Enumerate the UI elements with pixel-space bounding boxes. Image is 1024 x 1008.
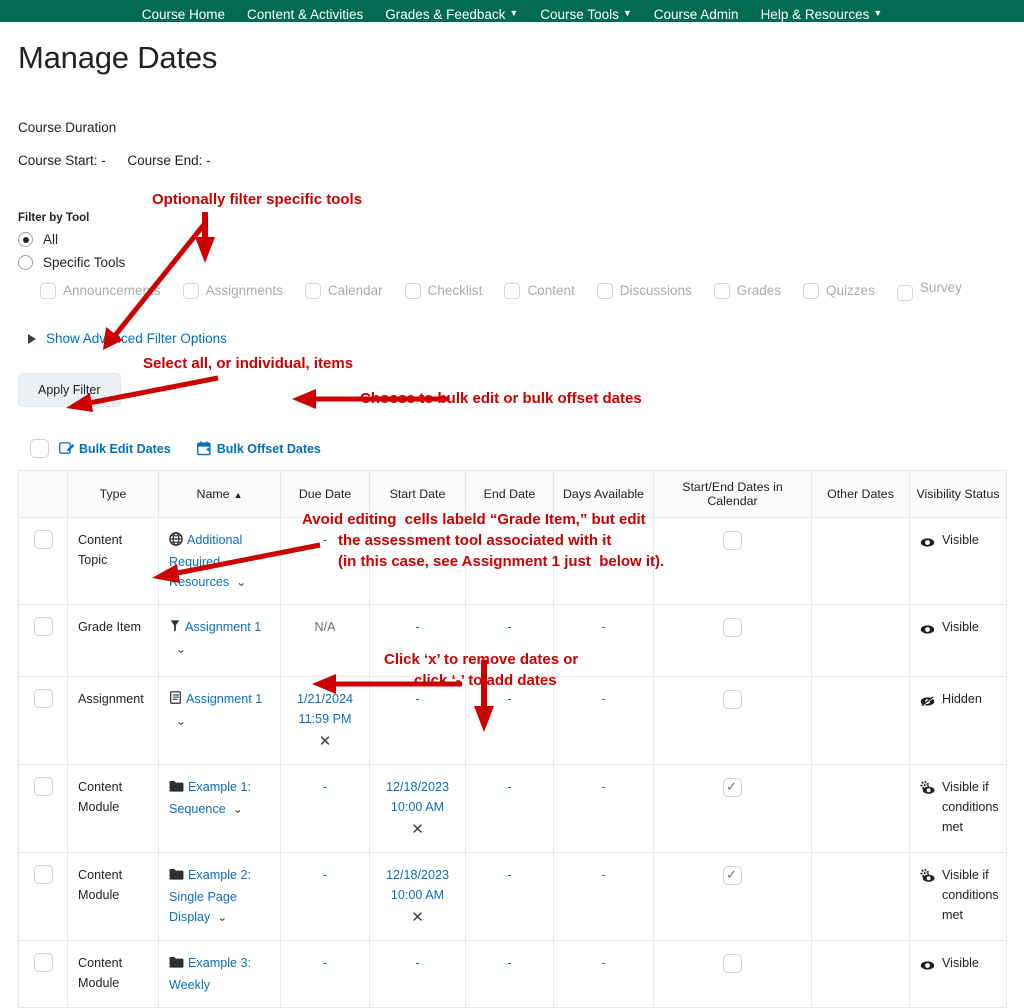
visibility-status-cell: Visible — [909, 940, 1007, 1008]
annotation-grade-item-line1: Avoid editing cells labeld “Grade Item,”… — [302, 511, 646, 528]
row-select-cell[interactable] — [18, 940, 68, 1008]
days-available-value: - — [601, 956, 606, 970]
row-checkbox[interactable] — [33, 953, 53, 972]
annotation-filter-tools: Optionally filter specific tools — [152, 191, 363, 208]
annotation-grade-item-line2: the assessment tool associated with it — [338, 532, 612, 549]
row-name-cell[interactable]: Example 3: Weekly — [158, 940, 281, 1008]
row-type-cell: Content Module — [67, 940, 159, 1008]
due-date-value[interactable]: - — [323, 956, 327, 970]
annotation-select-items: Select all, or individual, items — [143, 355, 354, 372]
start-date-cell[interactable]: - — [369, 940, 466, 1008]
other-dates-cell[interactable] — [811, 940, 910, 1008]
table-row: Content Module Example 3: Weekly - - - - — [18, 940, 1007, 1008]
folder-icon — [169, 956, 184, 972]
calendar-checkbox[interactable] — [723, 954, 742, 974]
visibility-label: Visible — [942, 956, 979, 970]
row-type-label: Content Module — [78, 956, 123, 990]
end-date-cell[interactable]: - — [465, 940, 554, 1008]
annotation-grade-item-line3: (in this case, see Assignment 1 just bel… — [338, 553, 665, 570]
eye-icon — [920, 957, 935, 977]
start-date-value[interactable]: - — [415, 956, 419, 970]
end-date-value[interactable]: - — [507, 956, 511, 970]
days-available-cell: - — [553, 940, 654, 1008]
annotation-x-remove-line2: click ‘-’ to add dates — [414, 672, 557, 689]
annotation-bulk-choice: Choose to bulk edit or bulk offset dates — [360, 390, 642, 407]
due-date-cell[interactable]: - — [280, 940, 370, 1008]
annotation-x-remove-line1: Click ‘x’ to remove dates or — [384, 651, 579, 668]
calendar-dates-cell[interactable] — [653, 940, 812, 1008]
annotation-arrows — [66, 212, 494, 732]
status-badge: Visible — [920, 953, 996, 977]
